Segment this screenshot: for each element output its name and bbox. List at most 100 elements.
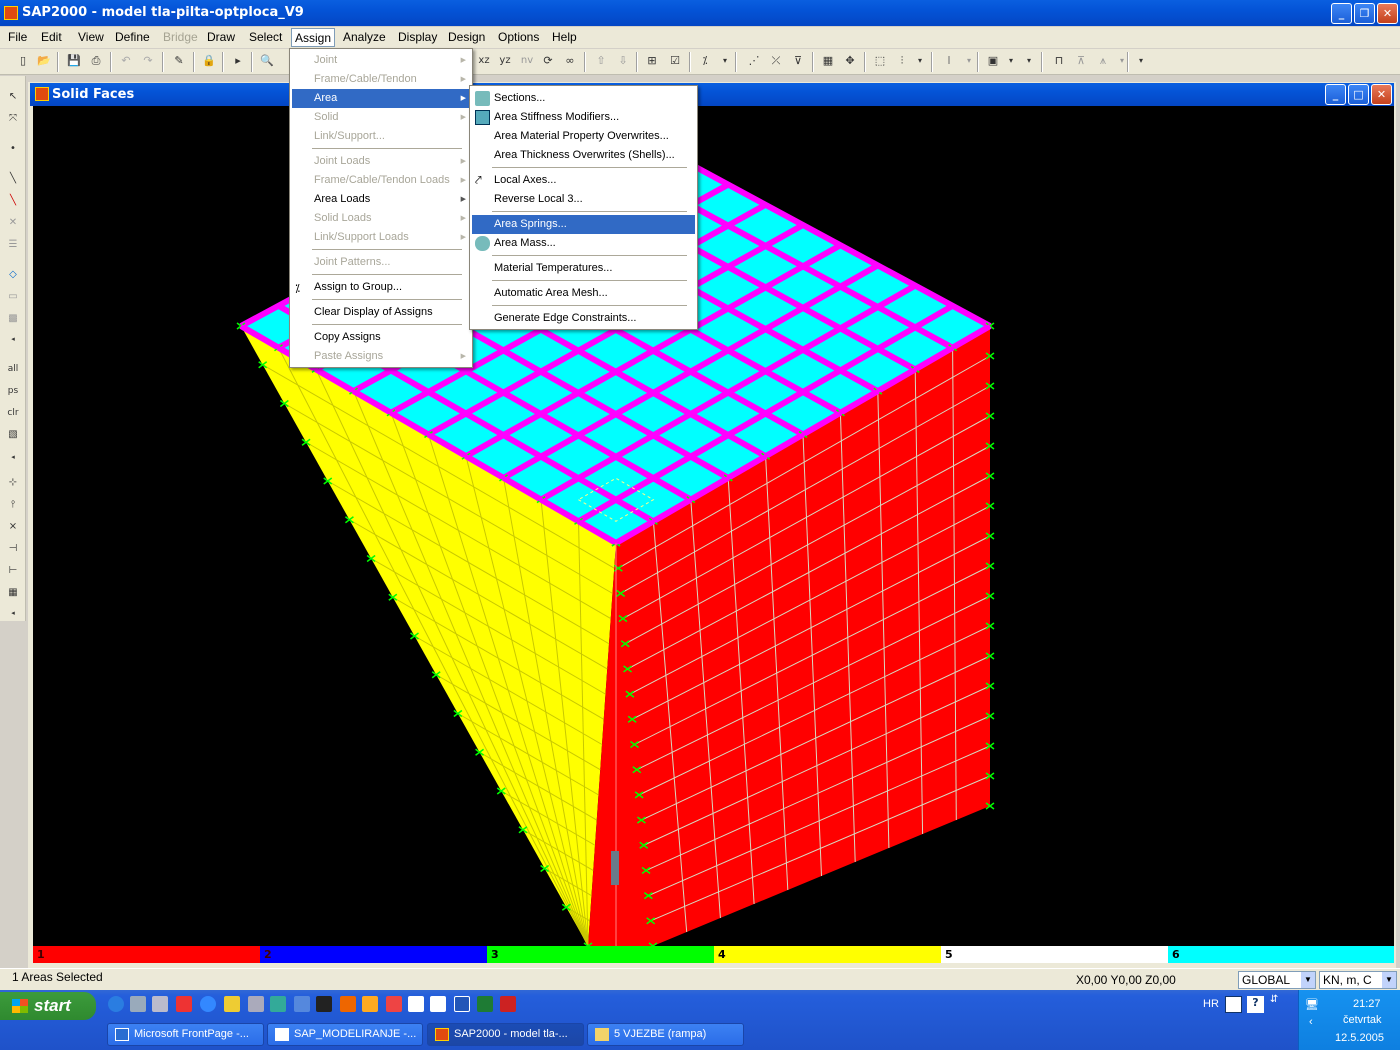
menu-draw[interactable]: Draw (204, 30, 238, 44)
help-icon[interactable]: ? (1247, 996, 1264, 1013)
run-analysis-icon[interactable]: ▸ (229, 52, 247, 70)
menu-item-joint-loads[interactable]: Joint Loads ▶ (292, 152, 470, 171)
submenu-item-reverse-local-3[interactable]: Reverse Local 3... (472, 190, 695, 209)
quick-draw-icon[interactable]: ✕ (4, 214, 22, 232)
chart-icon[interactable] (362, 996, 378, 1012)
snap-point-icon[interactable]: ⋰ (745, 52, 763, 70)
menu-item-link-support-loads[interactable]: Link/Support Loads ▶ (292, 228, 470, 247)
menu-item-frame-cable-tendon[interactable]: Frame/Cable/Tendon ▶ (292, 70, 470, 89)
minimize-button[interactable]: _ (1331, 3, 1352, 24)
menu-item-solid-loads[interactable]: Solid Loads ▶ (292, 209, 470, 228)
area-section-icon[interactable]: ▣ (984, 52, 1002, 70)
menu-design[interactable]: Design (445, 30, 488, 44)
units-select[interactable]: KN, m, C ▼ (1319, 971, 1397, 989)
menu-item-clear-display[interactable]: Clear Display of Assigns (292, 303, 470, 322)
glasses-icon[interactable]: ∞ (561, 52, 579, 70)
network-icon[interactable] (130, 996, 146, 1012)
more-arrow-icon[interactable]: ◂ (4, 448, 22, 466)
pointer-icon[interactable]: ↖ (4, 88, 22, 106)
media-icon[interactable] (224, 996, 240, 1012)
move-down-icon[interactable]: ⇩ (614, 52, 632, 70)
new-file-icon[interactable]: ▯ (14, 52, 32, 70)
start-button[interactable]: start (0, 992, 96, 1020)
coordinate-system-select[interactable]: GLOBAL ▼ (1238, 971, 1316, 989)
solid-cube-model[interactable] (33, 106, 1394, 946)
select-intersect-icon[interactable]: ⫶ (893, 52, 911, 70)
more-arrow-icon[interactable]: ◂ (4, 604, 22, 622)
quick-draw-area-icon[interactable]: ▩ (4, 310, 22, 328)
menu-display[interactable]: Display (395, 30, 440, 44)
pencil-icon[interactable]: ✎ (170, 52, 188, 70)
snap-grid-icon[interactable]: ▦ (4, 584, 22, 602)
task-sap2000[interactable]: SAP2000 - model tla-... (427, 1023, 584, 1046)
grid-icon[interactable]: ▦ (819, 52, 837, 70)
frame-section-icon[interactable]: I (940, 52, 958, 70)
select-box-icon[interactable]: ⬚ (871, 52, 889, 70)
submenu-item-stiffness-modifiers[interactable]: Area Stiffness Modifiers... (472, 108, 695, 127)
submenu-item-sections[interactable]: Sections... (472, 89, 695, 108)
menu-item-area[interactable]: Area ▶ (292, 89, 470, 108)
dropdown-arrow-icon[interactable]: ▾ (911, 52, 929, 70)
snap-joints-icon[interactable]: ⊹ (4, 474, 22, 492)
submenu-item-material-temperatures[interactable]: Material Temperatures... (472, 259, 695, 278)
snap-intersection-icon[interactable]: ⊽ (789, 52, 807, 70)
snap-line-end-icon[interactable]: ⊢ (4, 562, 22, 580)
menu-analyze[interactable]: Analyze (340, 30, 389, 44)
submenu-item-edge-constraints[interactable]: Generate Edge Constraints... (472, 309, 695, 328)
menu-item-copy-assigns[interactable]: Copy Assigns (292, 328, 470, 347)
child-maximize-button[interactable]: □ (1348, 84, 1369, 105)
draw-rect-area-icon[interactable]: ▭ (4, 288, 22, 306)
submenu-item-area-mass[interactable]: Area Mass... (472, 234, 695, 253)
restore-button[interactable]: ❐ (1354, 3, 1375, 24)
stack2-icon[interactable] (430, 996, 446, 1012)
browser-icon[interactable] (200, 996, 216, 1012)
snap-midpoint-icon[interactable]: ⫯ (4, 496, 22, 514)
powerpoint-icon[interactable] (500, 996, 516, 1012)
view-yz-button[interactable]: yz (496, 52, 514, 70)
draw-link-icon[interactable]: ☰ (4, 236, 22, 254)
draw-line-icon[interactable]: ╲ (4, 170, 22, 188)
language-indicator[interactable]: HR (1203, 998, 1219, 1010)
word-icon[interactable] (454, 996, 470, 1012)
save-icon[interactable]: 💾 (65, 52, 83, 70)
task-sap-modeliranje[interactable]: SAP_MODELIRANJE -... (267, 1023, 423, 1046)
axes-icon[interactable]: ✥ (841, 52, 859, 70)
submenu-item-material-overwrites[interactable]: Area Material Property Overwrites... (472, 127, 695, 146)
open-folder-icon[interactable]: 📂 (35, 52, 53, 70)
tools-icon[interactable] (1225, 996, 1242, 1013)
child-close-button[interactable]: ✕ (1371, 84, 1392, 105)
menu-help[interactable]: Help (549, 30, 580, 44)
intersect-line-icon[interactable]: ▧ (4, 426, 22, 444)
more-arrow-icon[interactable]: ◂ (4, 330, 22, 348)
menu-bridge[interactable]: Bridge (160, 30, 201, 44)
monitor-icon[interactable]: 🖥 (1305, 998, 1319, 1011)
save-disk-icon[interactable] (176, 996, 192, 1012)
building-icon[interactable] (294, 996, 310, 1012)
dropdown-arrow-icon[interactable]: ▾ (716, 52, 734, 70)
submenu-item-automatic-area-mesh[interactable]: Automatic Area Mesh... (472, 284, 695, 303)
view-nv-button[interactable]: nv (518, 52, 536, 70)
document-icon[interactable] (248, 996, 264, 1012)
menu-item-joint-patterns[interactable]: Joint Patterns... (292, 253, 470, 272)
move-up-icon[interactable]: ⇧ (592, 52, 610, 70)
dropdown-arrow-icon[interactable]: ▾ (1132, 52, 1150, 70)
redo-icon[interactable]: ↷ (139, 52, 157, 70)
reshape-icon[interactable]: ⤧ (4, 110, 22, 128)
menu-options[interactable]: Options (495, 30, 542, 44)
menu-item-link-support[interactable]: Link/Support... (292, 127, 470, 146)
model-viewport[interactable] (33, 106, 1394, 946)
task-vjezbe-folder[interactable]: 5 VJEZBE (rampa) (587, 1023, 744, 1046)
draw-joint-icon[interactable]: • (4, 140, 22, 158)
menu-define[interactable]: Define (112, 30, 153, 44)
menu-item-solid[interactable]: Solid ▶ (292, 108, 470, 127)
clear-selection-button[interactable]: clr (4, 404, 22, 422)
menu-item-assign-to-group[interactable]: ⁒ Assign to Group... (292, 278, 470, 297)
zoom-window-icon[interactable]: 🔍 (258, 52, 276, 70)
menu-item-joint[interactable]: Joint ▶ (292, 51, 470, 70)
dropdown-arrow-icon[interactable]: ▾ (1020, 52, 1038, 70)
submenu-item-thickness-overwrites[interactable]: Area Thickness Overwrites (Shells)... (472, 146, 695, 165)
set-display-icon[interactable]: ⊞ (643, 52, 661, 70)
print-icon[interactable]: ⎙ (87, 52, 105, 70)
submenu-item-local-axes[interactable]: ⤤ Local Axes... (472, 171, 695, 190)
menu-assign[interactable]: Assign (291, 28, 336, 47)
